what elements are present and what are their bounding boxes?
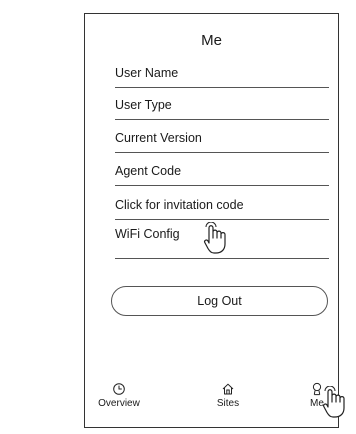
menu-item-label: Agent Code (115, 164, 182, 178)
logout-button[interactable]: Log Out (111, 286, 328, 316)
menu-item-current-version[interactable]: Current Version (115, 127, 329, 153)
nav-item-label: Sites (216, 398, 240, 409)
menu-item-label: User Type (115, 98, 172, 112)
menu-item-label: WiFi Config (115, 227, 180, 241)
menu-item-invitation-code[interactable]: Click for invitation code (115, 194, 329, 220)
phone-frame: Me User Name User Type Current Version A… (84, 13, 339, 428)
nav-item-label: Overview (98, 398, 140, 409)
home-icon (222, 383, 234, 395)
hand-pointer-icon (203, 222, 226, 254)
menu-item-label: User Name (115, 66, 179, 80)
menu-item-user-name[interactable]: User Name (115, 62, 329, 88)
nav-item-sites[interactable]: Sites (198, 382, 258, 409)
hand-pointer-icon (322, 386, 345, 418)
menu-item-label: Current Version (115, 131, 202, 145)
page-title: Me (201, 32, 222, 49)
menu-item-agent-code[interactable]: Agent Code (115, 160, 329, 186)
menu-item-user-type[interactable]: User Type (115, 94, 329, 120)
clock-icon (113, 383, 125, 395)
nav-item-overview[interactable]: Overview (89, 382, 149, 409)
menu-item-label: Click for invitation code (115, 198, 244, 212)
